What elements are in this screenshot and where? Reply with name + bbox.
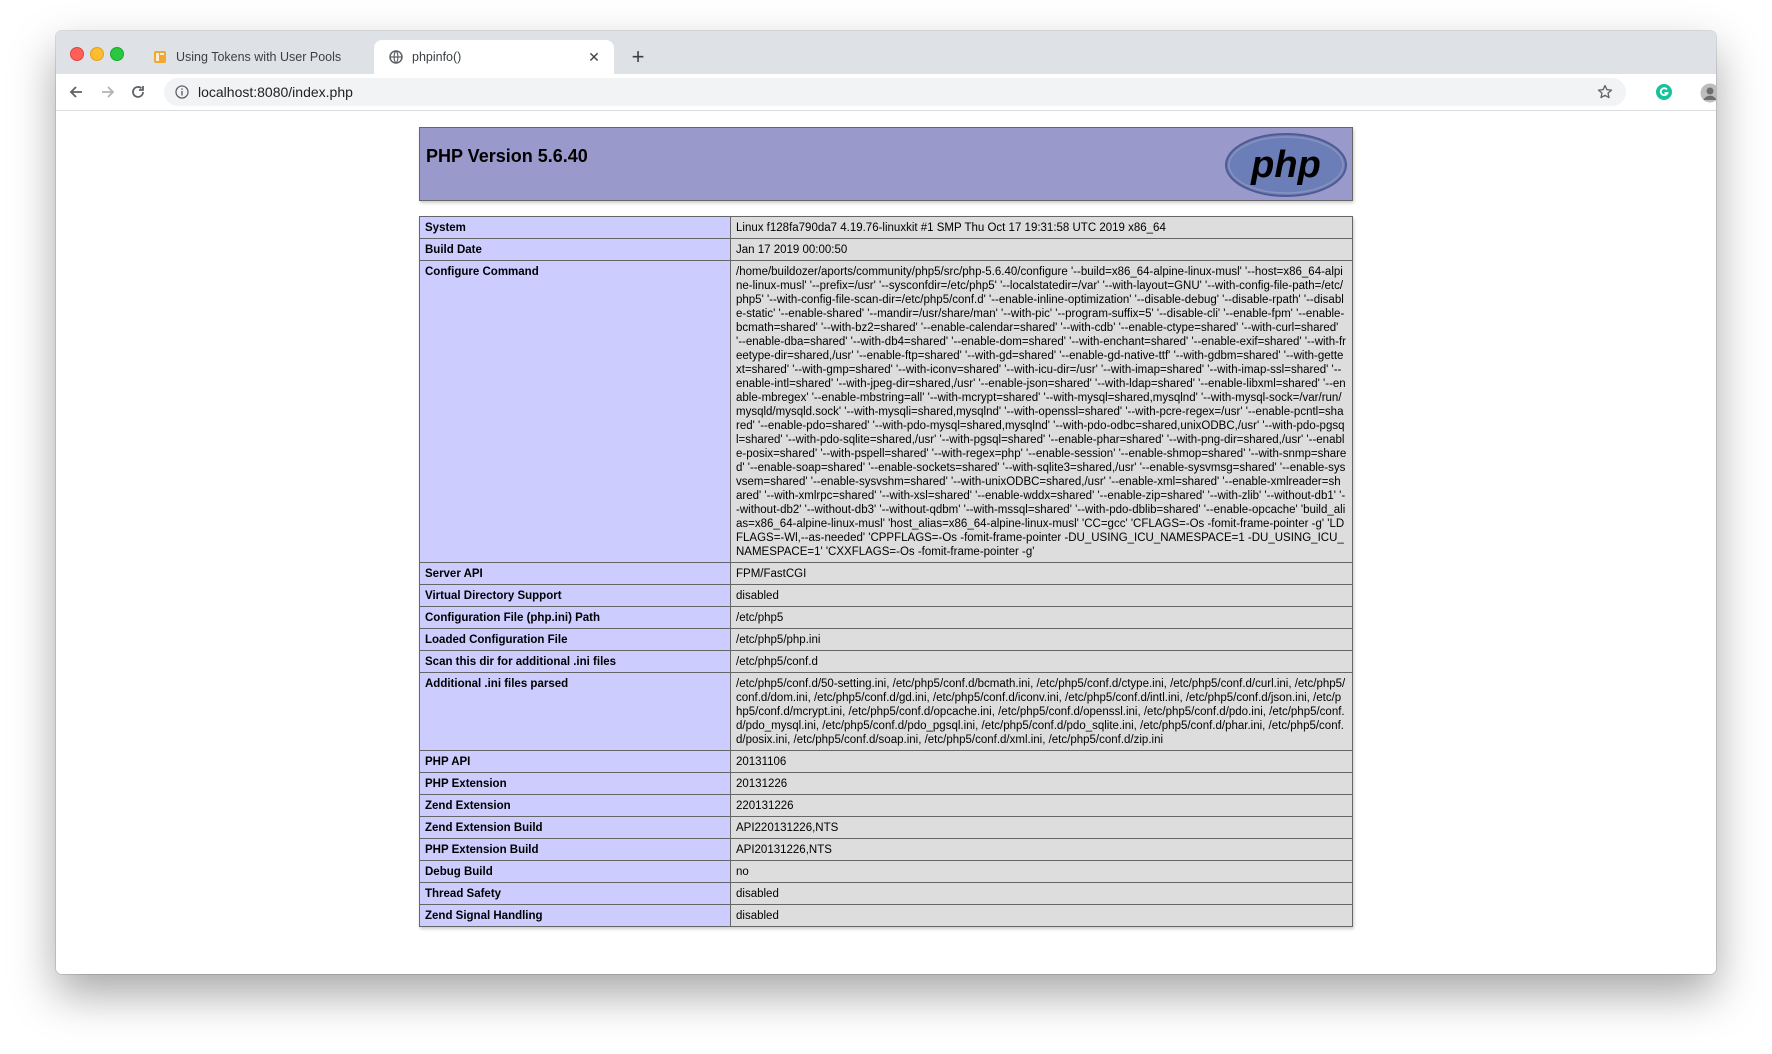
maximize-window-button[interactable] bbox=[110, 47, 124, 61]
tab-title: Using Tokens with User Pools bbox=[176, 50, 342, 64]
page-viewport: PHP Version 5.6.40 php System Linux f128f… bbox=[56, 111, 1716, 974]
row-key: Zend Extension bbox=[419, 794, 731, 817]
row-value: API220131226,NTS bbox=[730, 816, 1353, 839]
row-key: Debug Build bbox=[419, 860, 731, 883]
table-row: Configuration File (php.ini) Path/etc/ph… bbox=[419, 606, 1353, 629]
tab-strip: Using Tokens with User Pools ✕ phpinfo()… bbox=[56, 31, 1716, 74]
row-key: PHP Extension bbox=[419, 772, 731, 795]
row-value: API20131226,NTS bbox=[730, 838, 1353, 861]
php-version-header: PHP Version 5.6.40 php bbox=[419, 127, 1353, 201]
row-value: /etc/php5/php.ini bbox=[730, 628, 1353, 651]
table-row: PHP API 20131106 bbox=[419, 750, 1353, 773]
table-row: Zend Signal Handling disabled bbox=[419, 904, 1353, 927]
row-value: /home/buildozer/aports/community/php5/sr… bbox=[730, 260, 1353, 563]
row-key: Configure Command bbox=[419, 260, 731, 563]
close-window-button[interactable] bbox=[70, 47, 84, 61]
table-row: Server API FPM/FastCGI bbox=[419, 562, 1353, 585]
aws-docs-icon bbox=[152, 49, 168, 65]
row-value: disabled bbox=[730, 584, 1353, 607]
table-row: Debug Build no bbox=[419, 860, 1353, 883]
row-key: Zend Extension Build bbox=[419, 816, 731, 839]
php-logo-icon[interactable]: php bbox=[1224, 132, 1348, 198]
table-row: Scan this dir for additional .ini files /… bbox=[419, 650, 1353, 673]
row-key: System bbox=[419, 216, 731, 239]
row-value: Jan 17 2019 00:00:50 bbox=[730, 238, 1353, 261]
table-row: Virtual Directory Support disabled bbox=[419, 584, 1353, 607]
new-tab-button[interactable]: + bbox=[626, 44, 650, 69]
row-key: PHP Extension Build bbox=[419, 838, 731, 861]
url-text[interactable]: localhost:8080/index.php bbox=[198, 84, 353, 100]
table-row: Additional .ini files parsed/etc/php5/co… bbox=[419, 672, 1353, 751]
row-key: Server API bbox=[419, 562, 731, 585]
table-row: Configure Command/home/buildozer/aports/… bbox=[419, 260, 1353, 563]
row-key: Thread Safety bbox=[419, 882, 731, 905]
row-key: Zend Signal Handling bbox=[419, 904, 731, 927]
row-key: Loaded Configuration File bbox=[419, 628, 731, 651]
page-title: PHP Version 5.6.40 bbox=[426, 146, 588, 166]
row-key: Scan this dir for additional .ini files bbox=[419, 650, 731, 673]
php-logo-text: php bbox=[1250, 144, 1321, 186]
phpinfo-content: PHP Version 5.6.40 php System Linux f128f… bbox=[419, 127, 1353, 927]
close-tab-icon[interactable]: ✕ bbox=[586, 49, 602, 65]
tab-phpinfo[interactable]: phpinfo() ✕ bbox=[374, 40, 614, 74]
avatar[interactable] bbox=[1700, 83, 1716, 103]
row-key: Configuration File (php.ini) Path bbox=[419, 606, 731, 629]
row-key: Build Date bbox=[419, 238, 731, 261]
table-row: PHP Extension Build API20131226,NTS bbox=[419, 838, 1353, 861]
table-row: Zend Extension Build API220131226,NTS bbox=[419, 816, 1353, 839]
tab-title: phpinfo() bbox=[412, 50, 462, 64]
row-value: 220131226 bbox=[730, 794, 1353, 817]
address-bar[interactable]: localhost:8080/index.php bbox=[164, 78, 1626, 106]
row-key: PHP API bbox=[419, 750, 731, 773]
forward-icon[interactable] bbox=[96, 80, 120, 104]
row-value: /etc/php5 bbox=[730, 606, 1353, 629]
row-value: 20131226 bbox=[730, 772, 1353, 795]
grammarly-icon[interactable] bbox=[1655, 83, 1673, 101]
browser-window: Using Tokens with User Pools ✕ phpinfo()… bbox=[56, 31, 1716, 974]
bookmark-star-icon[interactable] bbox=[1596, 83, 1614, 101]
globe-icon bbox=[388, 49, 404, 65]
row-value: Linux f128fa790da7 4.19.76-linuxkit #1 S… bbox=[730, 216, 1353, 239]
reload-icon[interactable] bbox=[126, 80, 150, 104]
row-value: /etc/php5/conf.d/50-setting.ini, /etc/ph… bbox=[730, 672, 1353, 751]
table-row: Zend Extension 220131226 bbox=[419, 794, 1353, 817]
table-row: Loaded Configuration File/etc/php5/php.i… bbox=[419, 628, 1353, 651]
row-value: FPM/FastCGI bbox=[730, 562, 1353, 585]
table-row: System Linux f128fa790da7 4.19.76-linuxki… bbox=[419, 216, 1353, 239]
row-value: disabled bbox=[730, 904, 1353, 927]
row-key: Virtual Directory Support bbox=[419, 584, 731, 607]
table-row: Build Date Jan 17 2019 00:00:50 bbox=[419, 238, 1353, 261]
table-row: Thread Safety disabled bbox=[419, 882, 1353, 905]
row-value: no bbox=[730, 860, 1353, 883]
table-row: PHP Extension 20131226 bbox=[419, 772, 1353, 795]
php-info-table: System Linux f128fa790da7 4.19.76-linuxki… bbox=[419, 216, 1353, 927]
row-key: Additional .ini files parsed bbox=[419, 672, 731, 751]
back-icon[interactable] bbox=[64, 80, 88, 104]
row-value: /etc/php5/conf.d bbox=[730, 650, 1353, 673]
browser-toolbar: localhost:8080/index.php bbox=[56, 74, 1716, 111]
info-icon[interactable] bbox=[174, 84, 190, 100]
minimize-window-button[interactable] bbox=[90, 47, 104, 61]
row-value: disabled bbox=[730, 882, 1353, 905]
row-value: 20131106 bbox=[730, 750, 1353, 773]
